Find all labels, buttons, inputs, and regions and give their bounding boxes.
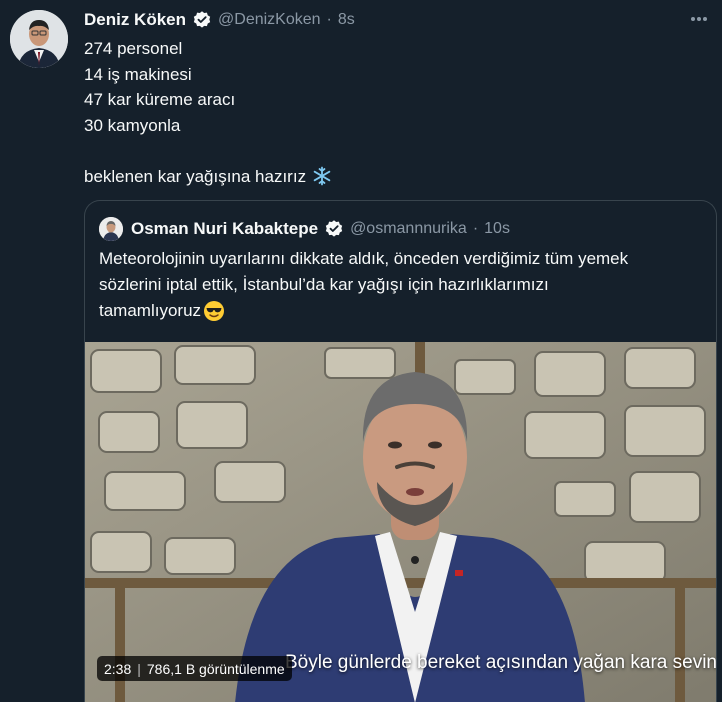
author-name[interactable]: Deniz Köken — [84, 10, 186, 30]
verified-badge-icon — [324, 219, 344, 239]
video-info-separator: | — [137, 660, 141, 677]
video-duration: 2:38 — [104, 660, 132, 677]
tweet-timestamp[interactable]: 8s — [338, 11, 355, 29]
author-handle[interactable]: @DenizKoken — [218, 11, 321, 29]
quoted-line-last: tamamlıyoruz — [99, 298, 709, 324]
video-info-badge: 2:38 | 786,1 B görüntülenme — [97, 656, 292, 681]
tweet-text: 274 personel 14 iş makinesi 47 kar kürem… — [84, 36, 704, 189]
video-player[interactable]: Böyle günlerde bereket açısından yağan k… — [85, 342, 717, 702]
tweet[interactable]: Deniz Köken @DenizKoken · 8s 274 persone… — [0, 0, 722, 702]
tweet-header: Deniz Köken @DenizKoken · 8s — [84, 8, 355, 32]
quoted-header-separator: · — [472, 220, 479, 237]
video-frame-image — [85, 342, 716, 702]
quoted-text: Meteorolojinin uyarılarını dikkate aldık… — [99, 246, 709, 324]
sunglasses-emoji-icon — [203, 300, 225, 322]
quoted-author-handle: @osmannnurika — [350, 220, 467, 237]
verified-badge-icon — [192, 10, 212, 30]
video-view-count: 786,1 B görüntülenme — [146, 660, 285, 677]
snowflake-icon — [312, 166, 332, 186]
tweet-line: 14 iş makinesi — [84, 64, 192, 84]
tweet-line: 47 kar küreme aracı — [84, 90, 236, 109]
tweet-line: 274 personel — [84, 39, 183, 58]
video-subtitle: Böyle günlerde bereket açısından yağan k… — [285, 652, 717, 673]
more-options-icon[interactable] — [690, 10, 708, 28]
tweet-final-line: beklenen kar yağışına hazırız — [84, 164, 704, 190]
quoted-author-avatar — [99, 217, 123, 241]
author-avatar[interactable] — [10, 10, 68, 68]
quoted-tweet[interactable]: Osman Nuri Kabaktepe @osmannnurika · 10s… — [84, 200, 717, 702]
tweet-line: 30 kamyonla — [84, 115, 181, 135]
quoted-header: Osman Nuri Kabaktepe @osmannnurika · 10s — [99, 216, 510, 242]
tweet-final-text: beklenen kar yağışına hazırız — [84, 166, 307, 186]
header-separator: · — [326, 11, 332, 28]
quoted-line: Meteorolojinin uyarılarını dikkate aldık… — [99, 249, 629, 268]
quoted-line-text: tamamlıyoruz — [99, 301, 202, 320]
quoted-author-name: Osman Nuri Kabaktepe — [131, 219, 319, 238]
quoted-timestamp: 10s — [484, 220, 510, 237]
quoted-line: sözlerini iptal ettik, İstanbul’da kar y… — [99, 275, 549, 294]
